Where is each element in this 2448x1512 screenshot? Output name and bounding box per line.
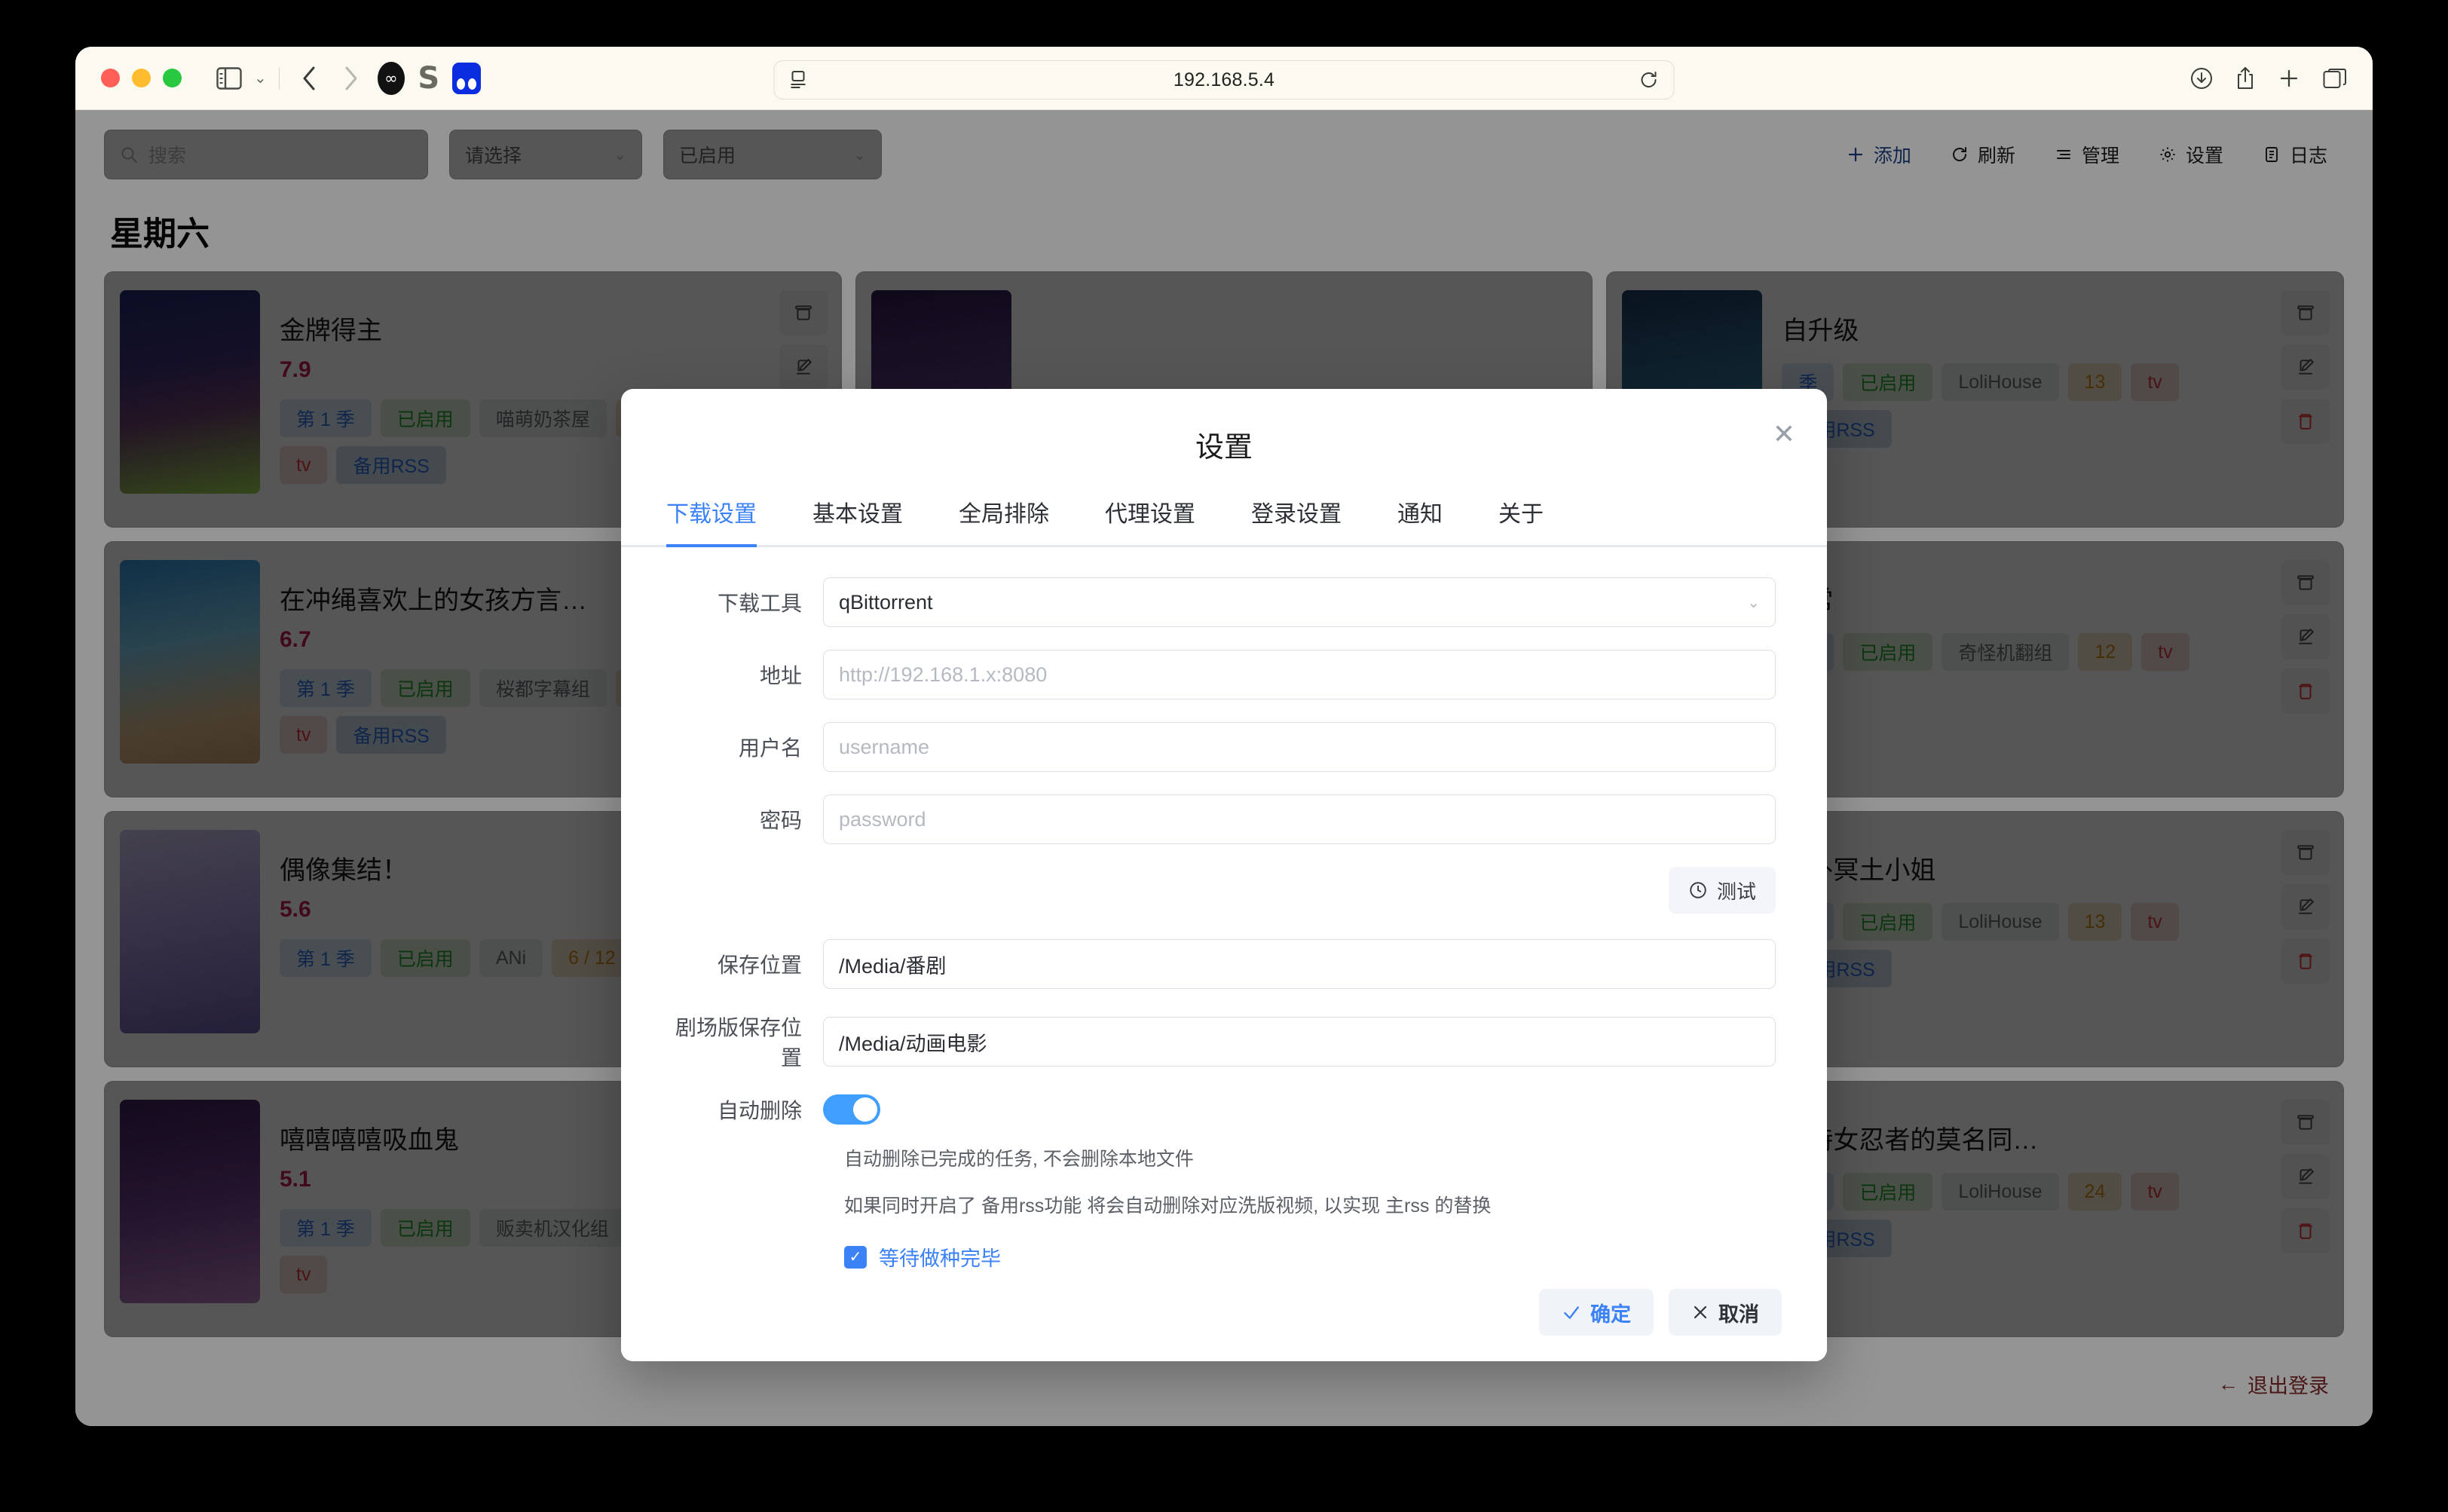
downloader-label: 下载工具 — [672, 587, 823, 617]
tab-about[interactable]: 关于 — [1498, 482, 1544, 545]
eyes-favicon[interactable] — [451, 63, 482, 93]
dialog-footer: 确定 取消 — [621, 1269, 1827, 1361]
address-bar[interactable]: 192.168.5.4 — [774, 60, 1675, 99]
chevron-down-icon: ⌄ — [1747, 593, 1760, 612]
close-icon[interactable]: ✕ — [1773, 421, 1795, 448]
tab-overview-icon[interactable] — [2323, 68, 2347, 89]
infinity-favicon[interactable]: ∞ — [376, 63, 406, 93]
cancel-label: 取消 — [1718, 1298, 1759, 1327]
password-label: 密码 — [672, 804, 823, 834]
checkbox-checked-icon[interactable]: ✓ — [844, 1246, 867, 1269]
username-placeholder: username — [839, 736, 929, 759]
tab-label: 通知 — [1397, 502, 1443, 527]
maximize-window-button[interactable] — [163, 69, 182, 87]
url-text: 192.168.5.4 — [809, 69, 1639, 91]
host-label: 地址 — [672, 660, 823, 690]
test-row: 测试 — [672, 867, 1776, 914]
sidebar-dropdown-icon[interactable]: ⌄ — [254, 69, 267, 87]
movie-path-input[interactable]: /Media/动画电影 — [823, 1017, 1776, 1067]
back-button-icon[interactable] — [292, 61, 326, 96]
auto-delete-hint-1: 自动删除已完成的任务, 不会删除本地文件 — [844, 1144, 1776, 1171]
save-path-row: 保存位置 /Media/番剧 — [672, 939, 1776, 989]
tab-label: 下载设置 — [666, 502, 757, 527]
confirm-button[interactable]: 确定 — [1539, 1289, 1654, 1336]
download-icon[interactable] — [2190, 67, 2213, 90]
tab-notification[interactable]: 通知 — [1397, 482, 1443, 545]
auto-delete-toggle[interactable] — [823, 1094, 880, 1125]
s-favicon[interactable]: S — [414, 63, 444, 93]
tab-label: 代理设置 — [1105, 502, 1195, 527]
password-row: 密码 password — [672, 794, 1776, 844]
host-placeholder: http://192.168.1.x:8080 — [839, 663, 1047, 687]
password-input[interactable]: password — [823, 794, 1776, 844]
reload-icon[interactable] — [1639, 70, 1659, 90]
tab-label: 基本设置 — [812, 502, 903, 527]
dialog-header: 设置 ✕ — [621, 389, 1827, 482]
auto-delete-hint-2: 如果同时开启了 备用rss功能 将会自动删除对应洗版视频, 以实现 主rss 的… — [844, 1191, 1776, 1218]
wait-seeding-checkbox-row[interactable]: ✓ 等待做种完毕 — [844, 1242, 1776, 1269]
share-icon[interactable] — [2235, 66, 2255, 90]
desktop-background: ⌄ ∞ S — [0, 0, 2448, 1512]
password-placeholder: password — [839, 808, 926, 831]
close-window-button[interactable] — [101, 69, 120, 87]
host-row: 地址 http://192.168.1.x:8080 — [672, 650, 1776, 699]
auto-delete-row: 自动删除 — [672, 1094, 1776, 1125]
downloader-row: 下载工具 qBittorrent ⌄ — [672, 577, 1776, 627]
dialog-title: 设置 — [621, 424, 1827, 465]
movie-path-value: /Media/动画电影 — [839, 1027, 987, 1057]
host-input[interactable]: http://192.168.1.x:8080 — [823, 650, 1776, 699]
sidebar-toggle-icon[interactable] — [212, 61, 246, 96]
reader-view-icon[interactable] — [790, 70, 809, 90]
username-label: 用户名 — [672, 732, 823, 762]
downloader-value: qBittorrent — [839, 591, 933, 614]
toolbar-divider — [279, 67, 280, 90]
dialog-tabs: 下载设置 基本设置 全局排除 代理设置 登录设置 通知 关于 — [621, 482, 1827, 547]
tab-label: 关于 — [1498, 502, 1544, 527]
minimize-window-button[interactable] — [132, 69, 151, 87]
save-path-input[interactable]: /Media/番剧 — [823, 939, 1776, 989]
tab-global-exclude[interactable]: 全局排除 — [959, 482, 1049, 545]
tab-login-settings[interactable]: 登录设置 — [1251, 482, 1342, 545]
close-x-icon — [1691, 1303, 1709, 1321]
tab-label: 登录设置 — [1251, 502, 1342, 527]
wait-seeding-label: 等待做种完毕 — [879, 1242, 1001, 1269]
tab-basic-settings[interactable]: 基本设置 — [812, 482, 903, 545]
tab-proxy-settings[interactable]: 代理设置 — [1105, 482, 1195, 545]
confirm-label: 确定 — [1590, 1298, 1631, 1327]
clock-icon — [1688, 880, 1708, 900]
browser-right-actions — [2190, 66, 2347, 90]
movie-path-row: 剧场版保存位置 /Media/动画电影 — [672, 1012, 1776, 1072]
test-button[interactable]: 测试 — [1669, 867, 1776, 914]
window-controls[interactable] — [101, 69, 182, 87]
auto-delete-label: 自动删除 — [672, 1094, 823, 1125]
username-input[interactable]: username — [823, 722, 1776, 772]
movie-path-label: 剧场版保存位置 — [672, 1012, 823, 1072]
settings-dialog: 设置 ✕ 下载设置 基本设置 全局排除 代理设置 登录设置 通知 关于 下载工具 — [621, 389, 1827, 1361]
tab-download-settings[interactable]: 下载设置 — [666, 482, 757, 545]
new-tab-icon[interactable] — [2278, 67, 2300, 90]
downloader-select[interactable]: qBittorrent ⌄ — [823, 577, 1776, 627]
check-icon — [1562, 1302, 1581, 1322]
save-path-value: /Media/番剧 — [839, 950, 947, 979]
page-content: 搜索 请选择 ⌄ 已启用 ⌄ 添加 — [75, 110, 2373, 1426]
cancel-button[interactable]: 取消 — [1669, 1289, 1782, 1336]
tab-label: 全局排除 — [959, 502, 1049, 527]
save-path-label: 保存位置 — [672, 949, 823, 979]
dialog-body: 下载工具 qBittorrent ⌄ 地址 http://192.168.1.x… — [621, 547, 1827, 1269]
test-button-label: 测试 — [1717, 877, 1756, 904]
browser-toolbar: ⌄ ∞ S — [75, 47, 2373, 110]
forward-button-icon[interactable] — [334, 61, 369, 96]
username-row: 用户名 username — [672, 722, 1776, 772]
browser-window: ⌄ ∞ S — [75, 47, 2373, 1426]
